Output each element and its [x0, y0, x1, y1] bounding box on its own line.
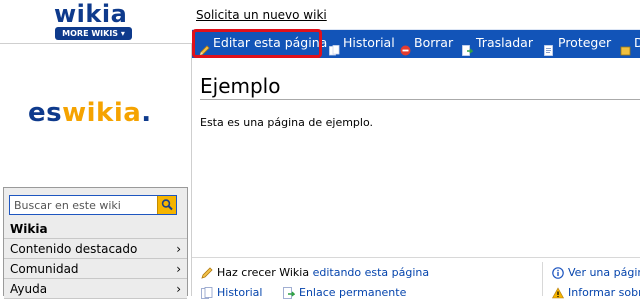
chevron-right-icon: ›: [176, 282, 181, 296]
sidebar-item-community[interactable]: Comunidad ›: [4, 259, 187, 279]
pencil-icon: [201, 266, 213, 279]
lock-page-icon: [544, 38, 555, 56]
sidebar-item-help[interactable]: Ayuda ›: [4, 279, 187, 299]
move-button[interactable]: Trasladar: [462, 29, 533, 57]
delete-label: Borrar: [414, 35, 454, 50]
sidebar-item-label: Contenido destacado: [10, 242, 138, 256]
more-actions-button[interactable]: D: [620, 29, 640, 57]
footer-divider: [192, 257, 640, 258]
search-magnifier-icon: [158, 199, 176, 217]
sidebar-item-label: Ayuda: [10, 282, 48, 296]
info-circle-icon: [552, 266, 564, 279]
sidebar-item-wikia[interactable]: Wikia: [4, 219, 187, 239]
document-pages-icon: [329, 38, 340, 55]
footer-view[interactable]: Ver una página: [552, 266, 640, 279]
search-box: [9, 195, 177, 215]
search-button[interactable]: [157, 196, 176, 214]
footer-permalink-link[interactable]: Enlace permanente: [299, 286, 406, 299]
permalink-icon: [283, 286, 296, 299]
chevron-right-icon: ›: [176, 242, 181, 256]
sidebar-divider: [191, 43, 192, 296]
edit-this-page-link[interactable]: editando esta página: [313, 266, 430, 279]
page-title: Ejemplo: [200, 74, 281, 98]
sidebar-item-label: Wikia: [10, 222, 48, 236]
move-arrow-icon: [462, 38, 474, 56]
watch-icon: [620, 38, 631, 55]
footer-report[interactable]: Informar sobre: [551, 286, 640, 299]
document-pages-icon: [201, 286, 213, 299]
footer-column-divider: [542, 262, 543, 296]
grow-wikia-line: Haz crecer Wikia editando esta página: [201, 266, 429, 279]
eswikia-logo[interactable]: eswikia.: [28, 98, 152, 128]
delete-button[interactable]: Borrar: [400, 29, 453, 57]
more-actions-label: D: [634, 35, 640, 50]
grow-prefix-text: Haz crecer Wikia: [217, 266, 310, 279]
history-label: Historial: [343, 35, 395, 50]
warning-icon: [551, 286, 565, 299]
title-divider: [200, 99, 640, 100]
protect-button[interactable]: Proteger: [544, 29, 611, 57]
delete-circle-icon: [400, 38, 411, 55]
footer-permalink[interactable]: Enlace permanente: [283, 286, 406, 299]
footer-report-link[interactable]: Informar sobre: [568, 286, 640, 299]
footer-view-link[interactable]: Ver una página: [568, 266, 640, 279]
edit-highlight-box: [192, 29, 322, 58]
move-label: Trasladar: [476, 35, 533, 50]
logo-es-text: es: [28, 98, 63, 128]
more-wikis-button[interactable]: MORE WIKIS ▾: [55, 27, 132, 40]
footer-history-link[interactable]: Historial: [217, 286, 262, 299]
chevron-right-icon: ›: [176, 262, 181, 276]
wikia-logo[interactable]: wikia: [54, 2, 127, 26]
sidebar-item-label: Comunidad: [10, 262, 79, 276]
page-body-text: Esta es una página de ejemplo.: [200, 116, 374, 129]
footer-history[interactable]: Historial: [201, 286, 262, 299]
request-new-wiki-link[interactable]: Solicita un nuevo wiki: [196, 8, 327, 22]
logo-dot-text: .: [141, 98, 152, 128]
history-button[interactable]: Historial: [329, 29, 395, 57]
search-input[interactable]: [10, 196, 166, 214]
sidebar-item-featured-content[interactable]: Contenido destacado ›: [4, 239, 187, 259]
protect-label: Proteger: [558, 35, 612, 50]
logo-wikia-text: wikia: [62, 98, 142, 128]
